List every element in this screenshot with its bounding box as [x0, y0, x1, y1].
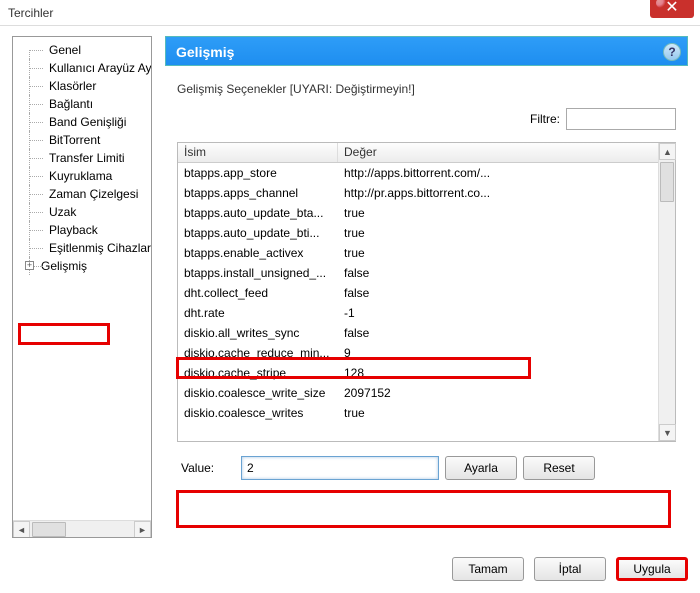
cell-value: false: [338, 266, 658, 280]
cell-value: 2097152: [338, 386, 658, 400]
sidebar-item-10[interactable]: Playback: [13, 221, 151, 239]
cell-value: 9: [338, 346, 658, 360]
sidebar-item-7[interactable]: Kuyruklama: [13, 167, 151, 185]
table-row[interactable]: btapps.auto_update_bta...true: [178, 203, 658, 223]
cell-name: diskio.cache_stripe: [178, 366, 338, 380]
cell-value: true: [338, 246, 658, 260]
table-header: İsim Değer: [178, 143, 675, 163]
sidebar-item-1[interactable]: Kullanıcı Arayüz Ay: [13, 59, 151, 77]
table-row[interactable]: diskio.cache_stripe128: [178, 363, 658, 383]
sidebar-item-5[interactable]: BitTorrent: [13, 131, 151, 149]
sidebar-item-0[interactable]: Genel: [13, 41, 151, 59]
table-row[interactable]: btapps.enable_activextrue: [178, 243, 658, 263]
set-button[interactable]: Ayarla: [445, 456, 517, 480]
window-title: Tercihler: [8, 6, 53, 20]
sidebar-item-8[interactable]: Zaman Çizelgesi: [13, 185, 151, 203]
value-editor-row: Value: Ayarla Reset: [177, 452, 676, 484]
cell-value: -1: [338, 306, 658, 320]
sidebar-item-label: Gelişmiş: [41, 259, 87, 273]
sidebar-item-11[interactable]: Eşitlenmiş Cihazlar: [13, 239, 151, 257]
warning-text: Gelişmiş Seçenekler [UYARI: Değiştirmeyi…: [177, 82, 688, 96]
scroll-up-icon[interactable]: ▲: [659, 143, 676, 160]
cancel-button[interactable]: İptal: [534, 557, 606, 581]
cell-value: true: [338, 206, 658, 220]
cell-value: false: [338, 286, 658, 300]
table-vertical-scrollbar[interactable]: ▲ ▼: [658, 143, 675, 441]
sidebar-item-label: Transfer Limiti: [49, 151, 125, 165]
preferences-tree: Genel Kullanıcı Arayüz Ay Klasörler Bağlant…: [12, 36, 152, 538]
cell-value: true: [338, 406, 658, 420]
sidebar-item-label: Zaman Çizelgesi: [49, 187, 138, 201]
scroll-right-icon[interactable]: ►: [134, 521, 151, 538]
table-row[interactable]: btapps.install_unsigned_...false: [178, 263, 658, 283]
cell-value: 128: [338, 366, 658, 380]
panel-title: Gelişmiş: [176, 44, 234, 60]
close-icon: ✕: [665, 0, 678, 17]
sidebar-item-label: Band Genişliği: [49, 115, 126, 129]
scroll-left-icon[interactable]: ◄: [13, 521, 30, 538]
cell-name: dht.rate: [178, 306, 338, 320]
value-input[interactable]: [241, 456, 439, 480]
cell-name: btapps.auto_update_bta...: [178, 206, 338, 220]
cell-name: diskio.coalesce_write_size: [178, 386, 338, 400]
cell-name: diskio.cache_reduce_min...: [178, 346, 338, 360]
cell-value: false: [338, 326, 658, 340]
sidebar-item-12[interactable]: + Gelişmiş: [13, 257, 151, 275]
cell-name: btapps.app_store: [178, 166, 338, 180]
table-row[interactable]: btapps.app_storehttp://apps.bittorrent.c…: [178, 163, 658, 183]
filter-input[interactable]: [566, 108, 676, 130]
settings-table: İsim Değer btapps.app_storehttp://apps.b…: [177, 142, 676, 442]
sidebar-item-4[interactable]: Band Genişliği: [13, 113, 151, 131]
sidebar-item-label: Kullanıcı Arayüz Ay: [49, 61, 152, 75]
cell-name: btapps.enable_activex: [178, 246, 338, 260]
cell-name: diskio.coalesce_writes: [178, 406, 338, 420]
table-row[interactable]: btapps.apps_channelhttp://pr.apps.bittor…: [178, 183, 658, 203]
sidebar-item-label: Eşitlenmiş Cihazlar: [49, 241, 151, 255]
advanced-panel: Gelişmiş ? Gelişmiş Seçenekler [UYARI: D…: [165, 36, 688, 538]
sidebar-horizontal-scrollbar[interactable]: ◄ ►: [13, 520, 151, 537]
sidebar-item-3[interactable]: Bağlantı: [13, 95, 151, 113]
table-row[interactable]: diskio.cache_reduce_min...9: [178, 343, 658, 363]
panel-header: Gelişmiş ?: [165, 36, 688, 66]
table-row[interactable]: dht.collect_feedfalse: [178, 283, 658, 303]
sidebar-item-label: BitTorrent: [49, 133, 100, 147]
cell-value: http://apps.bittorrent.com/...: [338, 166, 658, 180]
ok-button[interactable]: Tamam: [452, 557, 524, 581]
table-row[interactable]: btapps.auto_update_bti...true: [178, 223, 658, 243]
value-label: Value:: [181, 461, 235, 475]
sidebar-item-9[interactable]: Uzak: [13, 203, 151, 221]
table-row[interactable]: dht.rate-1: [178, 303, 658, 323]
expand-icon[interactable]: +: [25, 261, 34, 270]
sidebar-item-label: Klasörler: [49, 79, 96, 93]
sidebar-item-6[interactable]: Transfer Limiti: [13, 149, 151, 167]
sidebar-item-label: Genel: [49, 43, 81, 57]
scroll-thumb[interactable]: [660, 162, 674, 202]
cell-name: btapps.install_unsigned_...: [178, 266, 338, 280]
column-header-name[interactable]: İsim: [178, 143, 338, 162]
reset-button[interactable]: Reset: [523, 456, 595, 480]
titlebar: Tercihler ✕: [0, 0, 700, 26]
table-row[interactable]: diskio.all_writes_syncfalse: [178, 323, 658, 343]
help-icon[interactable]: ?: [663, 43, 681, 61]
sidebar-item-label: Bağlantı: [49, 97, 93, 111]
table-row[interactable]: diskio.coalesce_writestrue: [178, 403, 658, 423]
cell-name: dht.collect_feed: [178, 286, 338, 300]
column-header-value[interactable]: Değer: [338, 143, 675, 162]
scroll-thumb[interactable]: [32, 522, 66, 537]
close-button[interactable]: ✕: [650, 0, 694, 18]
filter-label: Filtre:: [530, 112, 560, 126]
cell-name: diskio.all_writes_sync: [178, 326, 338, 340]
sidebar-item-label: Uzak: [49, 205, 76, 219]
table-row[interactable]: diskio.coalesce_write_size2097152: [178, 383, 658, 403]
cell-name: btapps.apps_channel: [178, 186, 338, 200]
cell-value: http://pr.apps.bittorrent.co...: [338, 186, 658, 200]
scroll-down-icon[interactable]: ▼: [659, 424, 676, 441]
sidebar-item-label: Kuyruklama: [49, 169, 112, 183]
cell-name: btapps.auto_update_bti...: [178, 226, 338, 240]
dialog-buttons: Tamam İptal Uygula: [452, 557, 688, 581]
apply-button[interactable]: Uygula: [616, 557, 688, 581]
cell-value: true: [338, 226, 658, 240]
sidebar-item-2[interactable]: Klasörler: [13, 77, 151, 95]
sidebar-item-label: Playback: [49, 223, 98, 237]
